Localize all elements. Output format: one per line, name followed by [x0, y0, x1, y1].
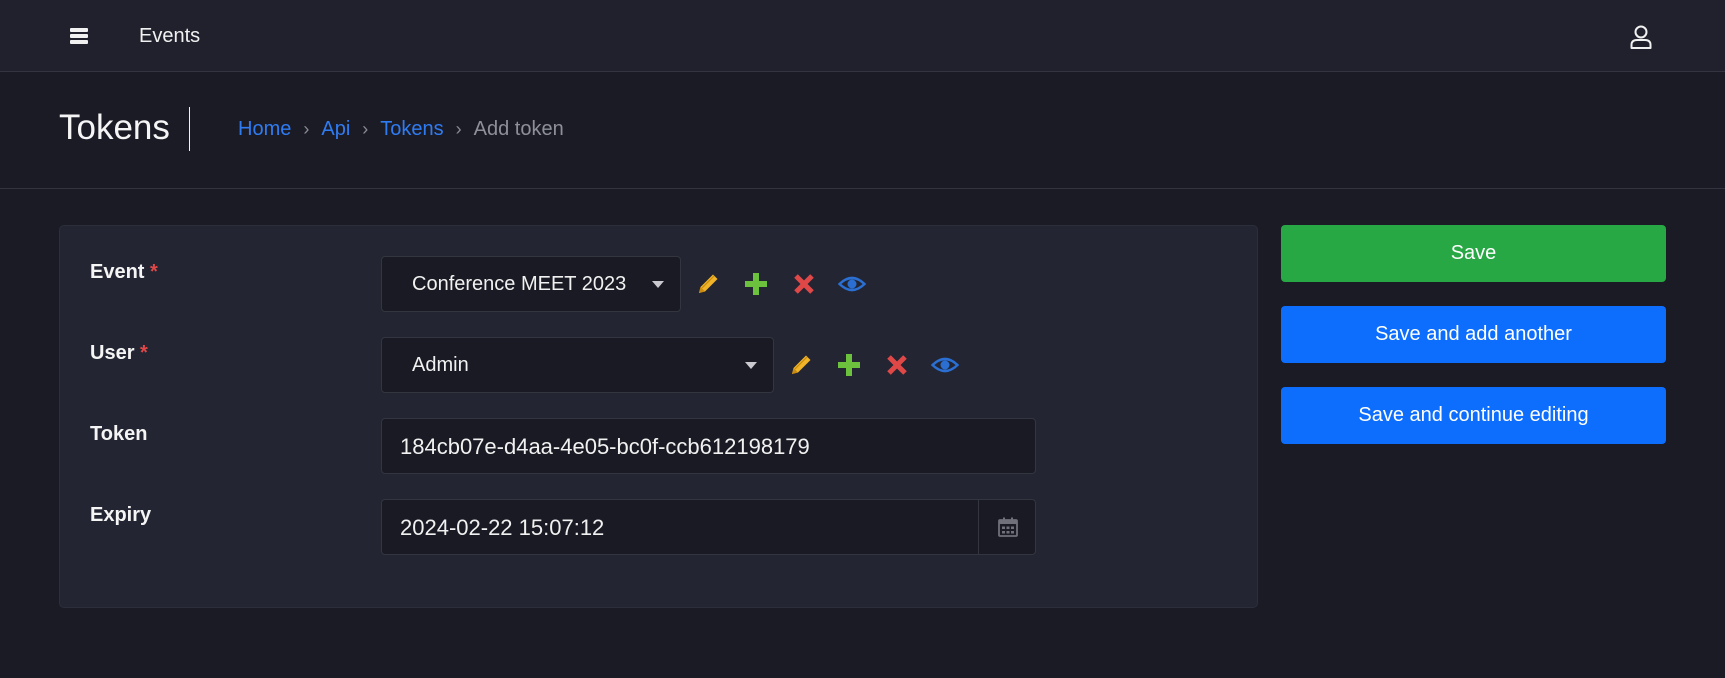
required-mark: *: [150, 261, 158, 283]
breadcrumb-api[interactable]: Api: [321, 118, 350, 141]
breadcrumb-home[interactable]: Home: [238, 118, 291, 141]
breadcrumb-separator: ›: [303, 119, 310, 139]
delete-x-icon[interactable]: [883, 351, 911, 379]
token-input[interactable]: 184cb07e-d4aa-4e05-bc0f-ccb612198179: [381, 418, 1036, 474]
pencil-icon[interactable]: [787, 351, 815, 379]
user-icon[interactable]: [1628, 24, 1654, 50]
save-button[interactable]: Save: [1281, 225, 1666, 282]
plus-icon[interactable]: [835, 351, 863, 379]
top-navbar: Events: [0, 0, 1725, 72]
page-title: Tokens: [59, 108, 170, 147]
calendar-icon: [998, 517, 1018, 537]
event-label: Event *: [90, 261, 158, 283]
save-and-add-another-button[interactable]: Save and add another: [1281, 306, 1666, 363]
user-label: User *: [90, 342, 148, 364]
calendar-button[interactable]: [978, 500, 1035, 554]
expiry-input[interactable]: 2024-02-22 15:07:12: [381, 499, 1036, 555]
expiry-label: Expiry: [90, 504, 152, 526]
token-label: Token: [90, 423, 148, 445]
chevron-down-icon: [745, 362, 757, 369]
event-select[interactable]: Conference MEET 2023: [381, 256, 681, 312]
hamburger-menu-icon[interactable]: [68, 26, 92, 46]
user-select-value: Admin: [412, 354, 469, 376]
app-title[interactable]: Events: [139, 25, 200, 48]
eye-icon[interactable]: [838, 270, 866, 298]
required-mark: *: [140, 342, 148, 364]
breadcrumb-current: Add token: [473, 118, 564, 140]
chevron-down-icon: [652, 281, 664, 288]
delete-x-icon[interactable]: [790, 270, 818, 298]
add-token-form: Event * Conference MEET 2023 User * Admi…: [59, 225, 1258, 608]
breadcrumb-separator: ›: [455, 119, 462, 139]
user-select[interactable]: Admin: [381, 337, 774, 393]
event-select-value: Conference MEET 2023: [412, 273, 627, 295]
title-divider: [189, 107, 190, 151]
page-header: Tokens Home › Api › Tokens › Add token: [0, 72, 1725, 189]
save-and-continue-editing-button[interactable]: Save and continue editing: [1281, 387, 1666, 444]
plus-icon[interactable]: [742, 270, 770, 298]
breadcrumb: Home › Api › Tokens › Add token: [238, 118, 564, 141]
breadcrumb-tokens[interactable]: Tokens: [380, 118, 443, 141]
token-input-value: 184cb07e-d4aa-4e05-bc0f-ccb612198179: [400, 434, 810, 459]
breadcrumb-separator: ›: [362, 119, 369, 139]
eye-icon[interactable]: [931, 351, 959, 379]
pencil-icon[interactable]: [694, 270, 722, 298]
expiry-input-value: 2024-02-22 15:07:12: [400, 515, 605, 540]
